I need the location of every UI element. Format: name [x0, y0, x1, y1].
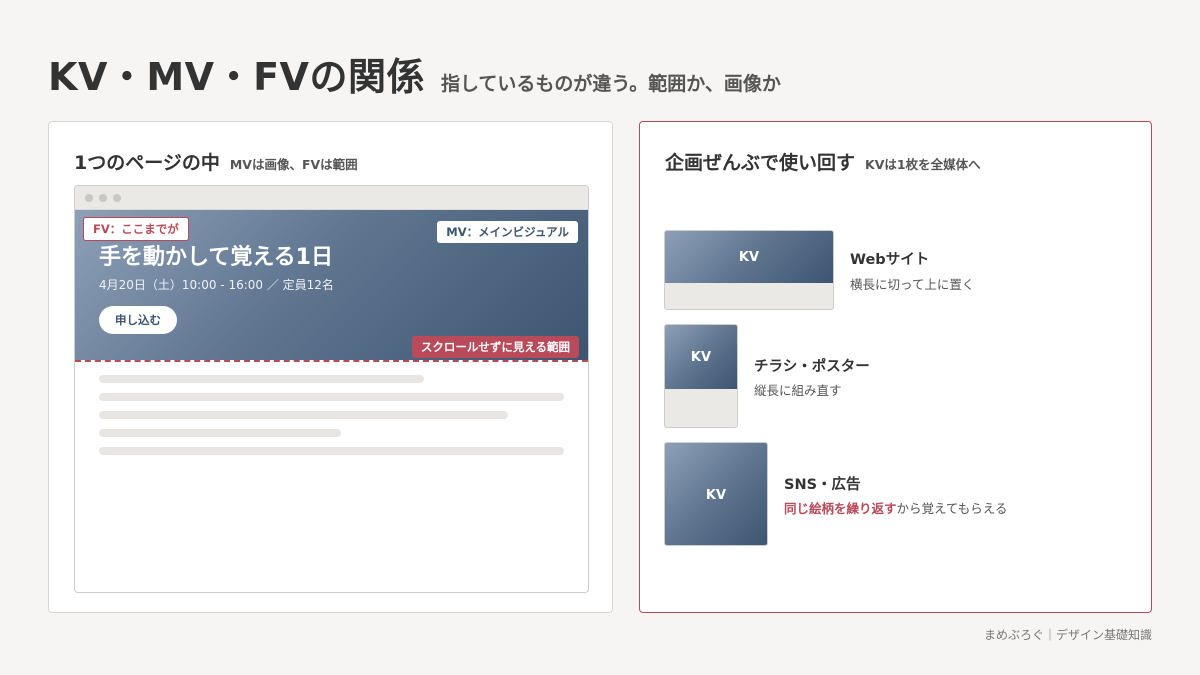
kv-image: KV [665, 231, 833, 283]
mv-tag: MV：メインビジュアル [437, 221, 578, 243]
fv-tag: FV：ここまでが [83, 217, 189, 241]
sns-row-desc-accent: 同じ絵柄を繰り返す [784, 501, 897, 516]
apply-button[interactable]: 申し込む [99, 306, 177, 334]
footer-credit: まめぶろぐ｜デザイン基礎知識 [983, 628, 1152, 642]
page-header: KV・MV・FVの関係 指しているものが違う。範囲か、画像か [48, 46, 781, 101]
kv-usage-title: 企画ぜんぶで使い回す [665, 152, 856, 174]
flyer-row-desc: 縦長に組み直す [754, 383, 842, 398]
kv-usage-subtitle: KVは1枚を全媒体へ [865, 157, 981, 172]
page-subtitle: 指しているものが違う。範囲か、画像か [440, 73, 781, 95]
kv-label: KV [705, 487, 727, 503]
sns-row-desc: 同じ絵柄を繰り返すから覚えてもらえる [784, 498, 1007, 517]
placeholder-text-line [99, 411, 508, 419]
fv-boundary-line [75, 360, 588, 362]
page-structure-card: 1つのページの中 MVは画像、FVは範囲 FV：ここまでが MV：メインビジュア… [48, 121, 613, 613]
browser-toolbar [75, 186, 588, 210]
sns-row-title: SNS・広告 [784, 477, 861, 493]
placeholder-text-line [99, 375, 424, 383]
kv-image: KV [665, 443, 767, 545]
kv-usage-card: 企画ぜんぶで使い回す KVは1枚を全媒体へ KV Webサイト 横長に切って上に… [639, 121, 1152, 613]
page-structure-title: 1つのページの中 [74, 152, 220, 174]
kv-usage-card-header: 企画ぜんぶで使い回す KVは1枚を全媒体へ [665, 148, 981, 175]
scroll-range-tag: スクロールせずに見える範囲 [411, 336, 579, 358]
hero-date-line: 4月20日（土）10:00 - 16:00 ／ 定員12名 [99, 278, 334, 292]
window-dot-icon [99, 194, 107, 202]
page-structure-subtitle: MVは画像、FVは範囲 [229, 157, 358, 172]
window-dot-icon [113, 194, 121, 202]
sns-row-desc-rest: から覚えてもらえる [896, 501, 1008, 516]
website-kv-thumbnail: KV [664, 230, 834, 310]
page-title: KV・MV・FVの関係 [48, 55, 425, 99]
kv-label: KV [690, 349, 712, 365]
browser-mockup: FV：ここまでが MV：メインビジュアル 手を動かして覚える1日 4月20日（土… [74, 185, 589, 593]
kv-label: KV [738, 249, 760, 265]
sns-kv-thumbnail: KV [664, 442, 768, 546]
page-structure-card-header: 1つのページの中 MVは画像、FVは範囲 [74, 148, 358, 175]
placeholder-text-line [99, 447, 564, 455]
flyer-row-title: チラシ・ポスター [754, 359, 870, 375]
placeholder-text-line [99, 393, 564, 401]
hero-headline: 手を動かして覚える1日 [99, 245, 333, 270]
kv-image: KV [665, 325, 737, 389]
flyer-kv-thumbnail: KV [664, 324, 738, 428]
website-row-title: Webサイト [850, 252, 930, 268]
window-dot-icon [85, 194, 93, 202]
website-row-desc: 横長に切って上に置く [850, 277, 975, 292]
placeholder-text-line [99, 429, 341, 437]
